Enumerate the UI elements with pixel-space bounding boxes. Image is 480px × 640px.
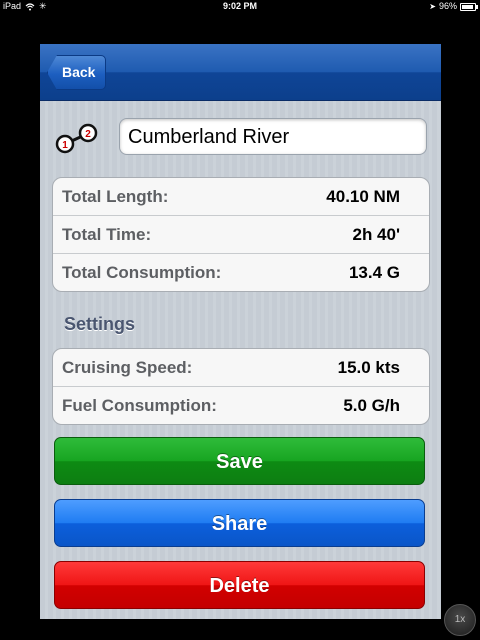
back-button[interactable]: Back [47,55,107,90]
svg-text:2: 2 [85,129,91,140]
share-button[interactable]: Share [54,499,425,547]
location-arrow-icon: ➤ [429,2,436,11]
settings-header: Settings [64,314,136,334]
summary-group: Total Length: 40.10 NM Total Time: 2h 40… [52,177,430,292]
save-button[interactable]: Save [54,437,425,485]
delete-button[interactable]: Delete [54,561,425,609]
settings-group: Cruising Speed: 15.0 kts Fuel Consumptio… [52,348,430,425]
row-label: Total Time: [62,225,152,244]
status-time: 9:02 PM [222,1,257,11]
svg-text:1: 1 [62,140,68,151]
battery-percent: 96% [438,1,457,11]
row-label: Fuel Consumption: [62,396,217,415]
navigation-bar: Back [40,44,441,101]
row-value: 15.0 kts [337,358,400,377]
route-name-input[interactable]: Cumberland River [119,118,427,155]
total-length-row: Total Length: 40.10 NM [53,178,429,216]
status-bar: iPad ✳ 9:02 PM ➤ 96% [0,0,480,14]
total-time-row: Total Time: 2h 40' [53,216,429,254]
row-label: Cruising Speed: [62,358,193,377]
battery-icon [460,2,478,11]
row-label: Total Consumption: [62,263,222,282]
row-value: 40.10 NM [326,187,400,206]
cruising-speed-row[interactable]: Cruising Speed: 15.0 kts [53,349,429,387]
route-detail-screen: Back 1 2 Cumberland River Total Length: … [40,44,441,619]
fuel-consumption-row[interactable]: Fuel Consumption: 5.0 G/h [53,387,429,424]
row-value: 5.0 G/h [343,396,400,415]
row-value: 2h 40' [352,225,400,244]
status-right: ➤ 96% [429,0,478,13]
route-waypoints-icon: 1 2 [55,123,98,154]
zoom-toggle-button[interactable]: 1x [444,604,476,636]
row-label: Total Length: [62,187,169,206]
total-consumption-row: Total Consumption: 13.4 G [53,254,429,291]
row-value: 13.4 G [348,263,400,282]
